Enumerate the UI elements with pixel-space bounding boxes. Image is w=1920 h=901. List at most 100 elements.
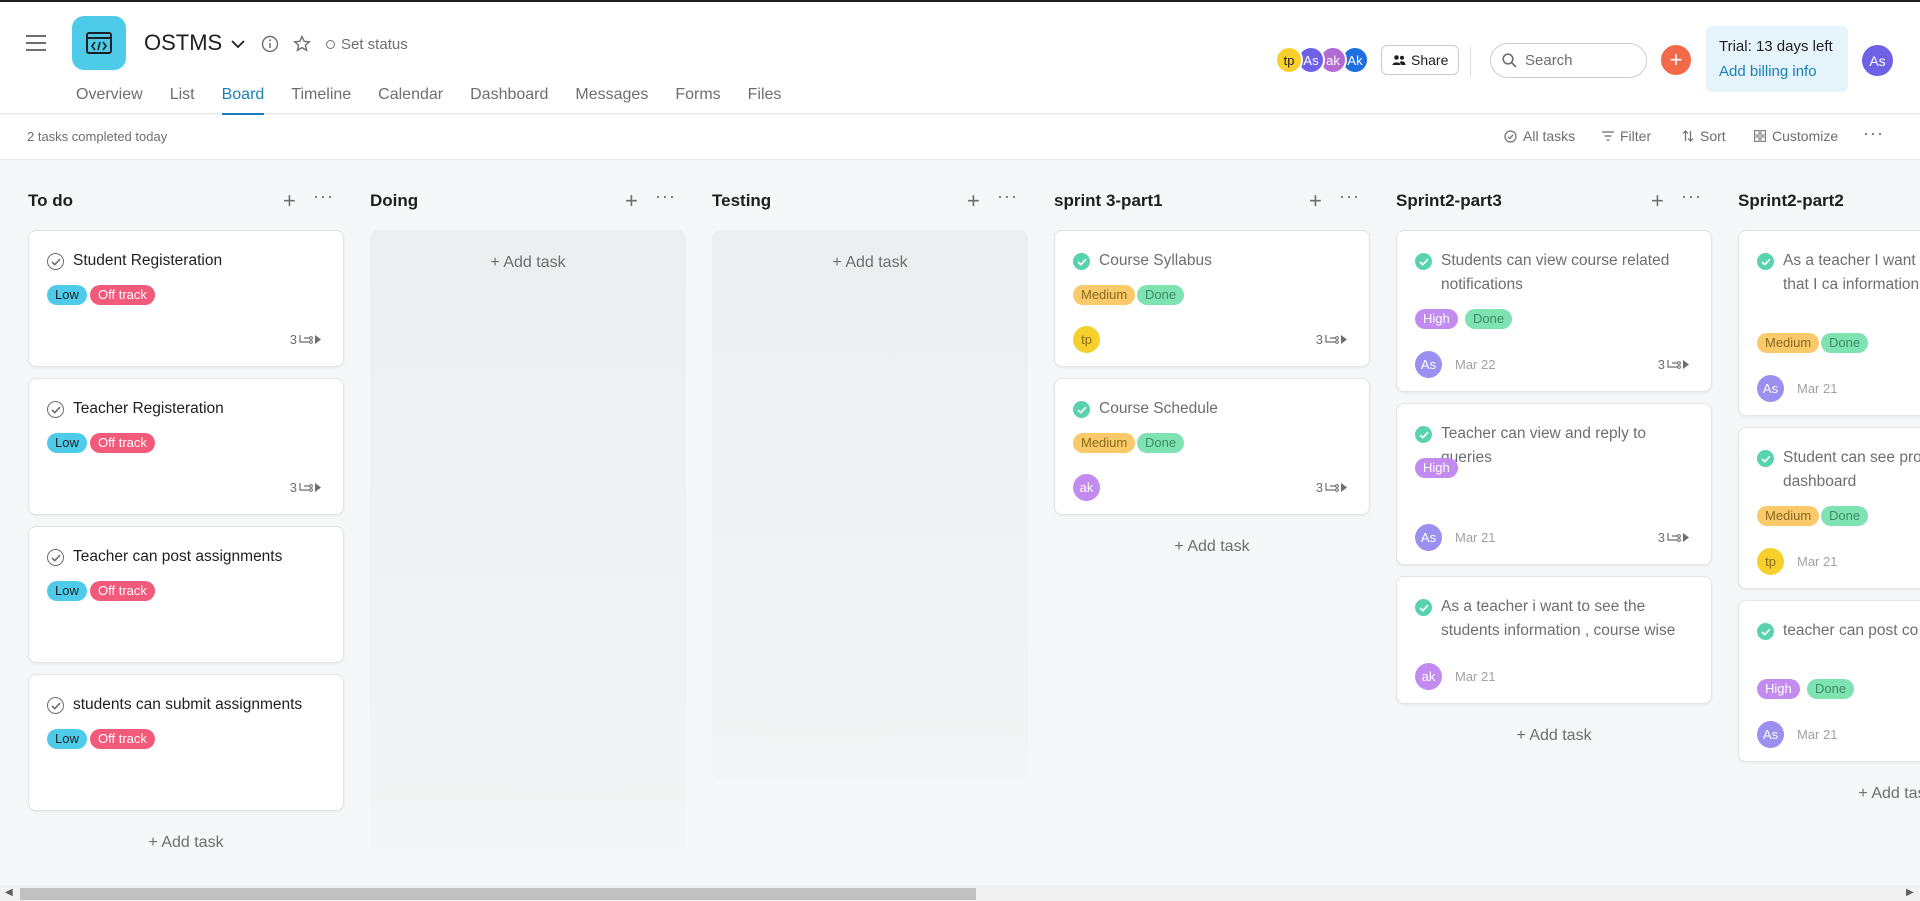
column-add-icon[interactable]: + xyxy=(967,188,980,214)
assignee-avatar[interactable]: tp xyxy=(1757,548,1784,575)
subtask-count[interactable]: 3 xyxy=(1316,332,1347,347)
sort-button[interactable]: Sort xyxy=(1682,128,1726,144)
due-date[interactable]: Mar 21 xyxy=(1797,727,1837,742)
task-card[interactable]: teacher can post co notifications High Don… xyxy=(1738,600,1920,762)
user-avatar[interactable]: As xyxy=(1862,45,1893,76)
subtask-count[interactable]: 3 xyxy=(290,332,321,347)
scroll-right-arrow-icon[interactable]: ▶ xyxy=(1906,887,1914,898)
complete-check-icon[interactable] xyxy=(1757,623,1774,640)
star-icon[interactable] xyxy=(291,33,313,55)
add-task-button[interactable]: + Add task xyxy=(370,254,686,272)
task-tag[interactable]: Done xyxy=(1465,309,1513,329)
task-card[interactable]: Students can view course related notific… xyxy=(1396,230,1712,392)
complete-check-icon[interactable] xyxy=(1073,253,1090,270)
assignee-avatar[interactable]: ak xyxy=(1073,474,1100,501)
task-card[interactable]: Student can see pro details from dashboa… xyxy=(1738,427,1920,589)
assignee-avatar[interactable]: tp xyxy=(1073,326,1100,353)
assignee-avatar[interactable]: ak xyxy=(1415,663,1442,690)
due-date[interactable]: Mar 21 xyxy=(1797,554,1837,569)
task-tag[interactable]: Medium xyxy=(1757,506,1820,526)
task-card[interactable]: Teacher Registeration Low Off track 3 xyxy=(28,378,344,515)
add-task-button[interactable]: + Add task xyxy=(1738,785,1920,803)
tab-timeline[interactable]: Timeline xyxy=(291,86,364,115)
task-card[interactable]: students can submit assignments Low Off tr… xyxy=(28,674,344,811)
task-tag[interactable]: Done xyxy=(1821,506,1869,526)
complete-check-icon[interactable] xyxy=(1757,450,1774,467)
task-tag[interactable]: Off track xyxy=(90,581,155,601)
task-card[interactable]: Teacher can view and reply to queries Hig… xyxy=(1396,403,1712,565)
set-status-button[interactable]: Set status xyxy=(326,36,408,53)
search-input[interactable]: Search xyxy=(1490,43,1647,78)
task-tag[interactable]: Done xyxy=(1137,285,1185,305)
add-task-button[interactable]: + Add task xyxy=(712,254,1028,272)
complete-check-icon[interactable] xyxy=(1757,253,1774,270)
horizontal-scrollbar[interactable]: ◀ ▶ xyxy=(0,885,1920,901)
due-date[interactable]: Mar 21 xyxy=(1797,381,1837,396)
task-tag[interactable]: Low xyxy=(47,581,87,601)
info-icon[interactable] xyxy=(259,33,281,55)
task-card[interactable]: As a teacher i want to see the students … xyxy=(1396,576,1712,704)
tab-overview[interactable]: Overview xyxy=(76,86,156,115)
due-date[interactable]: Mar 22 xyxy=(1455,357,1495,372)
scrollbar-thumb[interactable] xyxy=(20,888,976,900)
task-tag[interactable]: High xyxy=(1757,679,1800,699)
complete-check-icon[interactable] xyxy=(47,697,64,714)
subtask-count[interactable]: 3 xyxy=(1316,480,1347,495)
tab-calendar[interactable]: Calendar xyxy=(378,86,456,115)
column-title[interactable]: To do xyxy=(28,191,73,211)
column-more-icon[interactable]: ··· xyxy=(655,186,676,207)
task-tag[interactable]: High xyxy=(1415,458,1458,478)
task-tag[interactable]: Off track xyxy=(90,729,155,749)
project-title[interactable]: OSTMS xyxy=(144,30,222,56)
add-task-button[interactable]: + Add task xyxy=(28,834,344,852)
column-add-icon[interactable]: + xyxy=(283,188,296,214)
complete-check-icon[interactable] xyxy=(1415,426,1432,443)
subtask-count[interactable]: 3 xyxy=(1658,530,1689,545)
more-options-icon[interactable]: ··· xyxy=(1863,123,1884,144)
column-add-icon[interactable]: + xyxy=(1309,188,1322,214)
column-title[interactable]: Doing xyxy=(370,191,418,211)
tab-list[interactable]: List xyxy=(170,86,208,115)
column-more-icon[interactable]: ··· xyxy=(1339,186,1360,207)
column-more-icon[interactable]: ··· xyxy=(1681,186,1702,207)
assignee-avatar[interactable]: As xyxy=(1757,721,1784,748)
complete-check-icon[interactable] xyxy=(1073,401,1090,418)
subtask-count[interactable]: 3 xyxy=(290,480,321,495)
share-button[interactable]: Share xyxy=(1381,45,1460,75)
due-date[interactable]: Mar 21 xyxy=(1455,669,1495,684)
project-members[interactable]: tp As ak Ak xyxy=(1275,46,1369,74)
complete-check-icon[interactable] xyxy=(47,401,64,418)
create-plus-button[interactable]: + xyxy=(1661,45,1691,75)
task-tag[interactable]: Medium xyxy=(1073,285,1136,305)
task-tag[interactable]: High xyxy=(1415,309,1458,329)
tab-board[interactable]: Board xyxy=(221,86,278,115)
tab-forms[interactable]: Forms xyxy=(675,86,733,115)
complete-check-icon[interactable] xyxy=(47,549,64,566)
column-title[interactable]: sprint 3-part1 xyxy=(1054,191,1163,211)
task-tag[interactable]: Done xyxy=(1137,433,1185,453)
all-tasks-button[interactable]: All tasks xyxy=(1504,128,1575,144)
add-task-button[interactable]: + Add task xyxy=(1054,538,1370,556)
assignee-avatar[interactable]: As xyxy=(1415,351,1442,378)
complete-check-icon[interactable] xyxy=(1415,599,1432,616)
task-tag[interactable]: Done xyxy=(1821,333,1869,353)
task-card[interactable]: Teacher can post assignments Low Off track xyxy=(28,526,344,663)
member-avatar[interactable]: tp xyxy=(1275,46,1303,74)
tab-messages[interactable]: Messages xyxy=(575,86,661,115)
subtask-count[interactable]: 3 xyxy=(1658,357,1689,372)
chevron-down-icon[interactable] xyxy=(228,34,248,54)
menu-icon[interactable] xyxy=(26,35,46,51)
task-card[interactable]: Student Registeration Low Off track 3 xyxy=(28,230,344,367)
assignee-avatar[interactable]: As xyxy=(1757,375,1784,402)
column-title[interactable]: Testing xyxy=(712,191,771,211)
task-card[interactable]: As a teacher I want and subjects so that… xyxy=(1738,230,1920,416)
add-billing-link[interactable]: Add billing info xyxy=(1719,63,1848,80)
task-tag[interactable]: Off track xyxy=(90,285,155,305)
assignee-avatar[interactable]: As xyxy=(1415,524,1442,551)
task-tag[interactable]: Medium xyxy=(1757,333,1820,353)
column-add-icon[interactable]: + xyxy=(1651,188,1664,214)
column-more-icon[interactable]: ··· xyxy=(313,186,334,207)
task-card[interactable]: Course Syllabus Medium Done tp 3 xyxy=(1054,230,1370,367)
task-tag[interactable]: Low xyxy=(47,433,87,453)
column-title[interactable]: Sprint2-part3 xyxy=(1396,191,1502,211)
